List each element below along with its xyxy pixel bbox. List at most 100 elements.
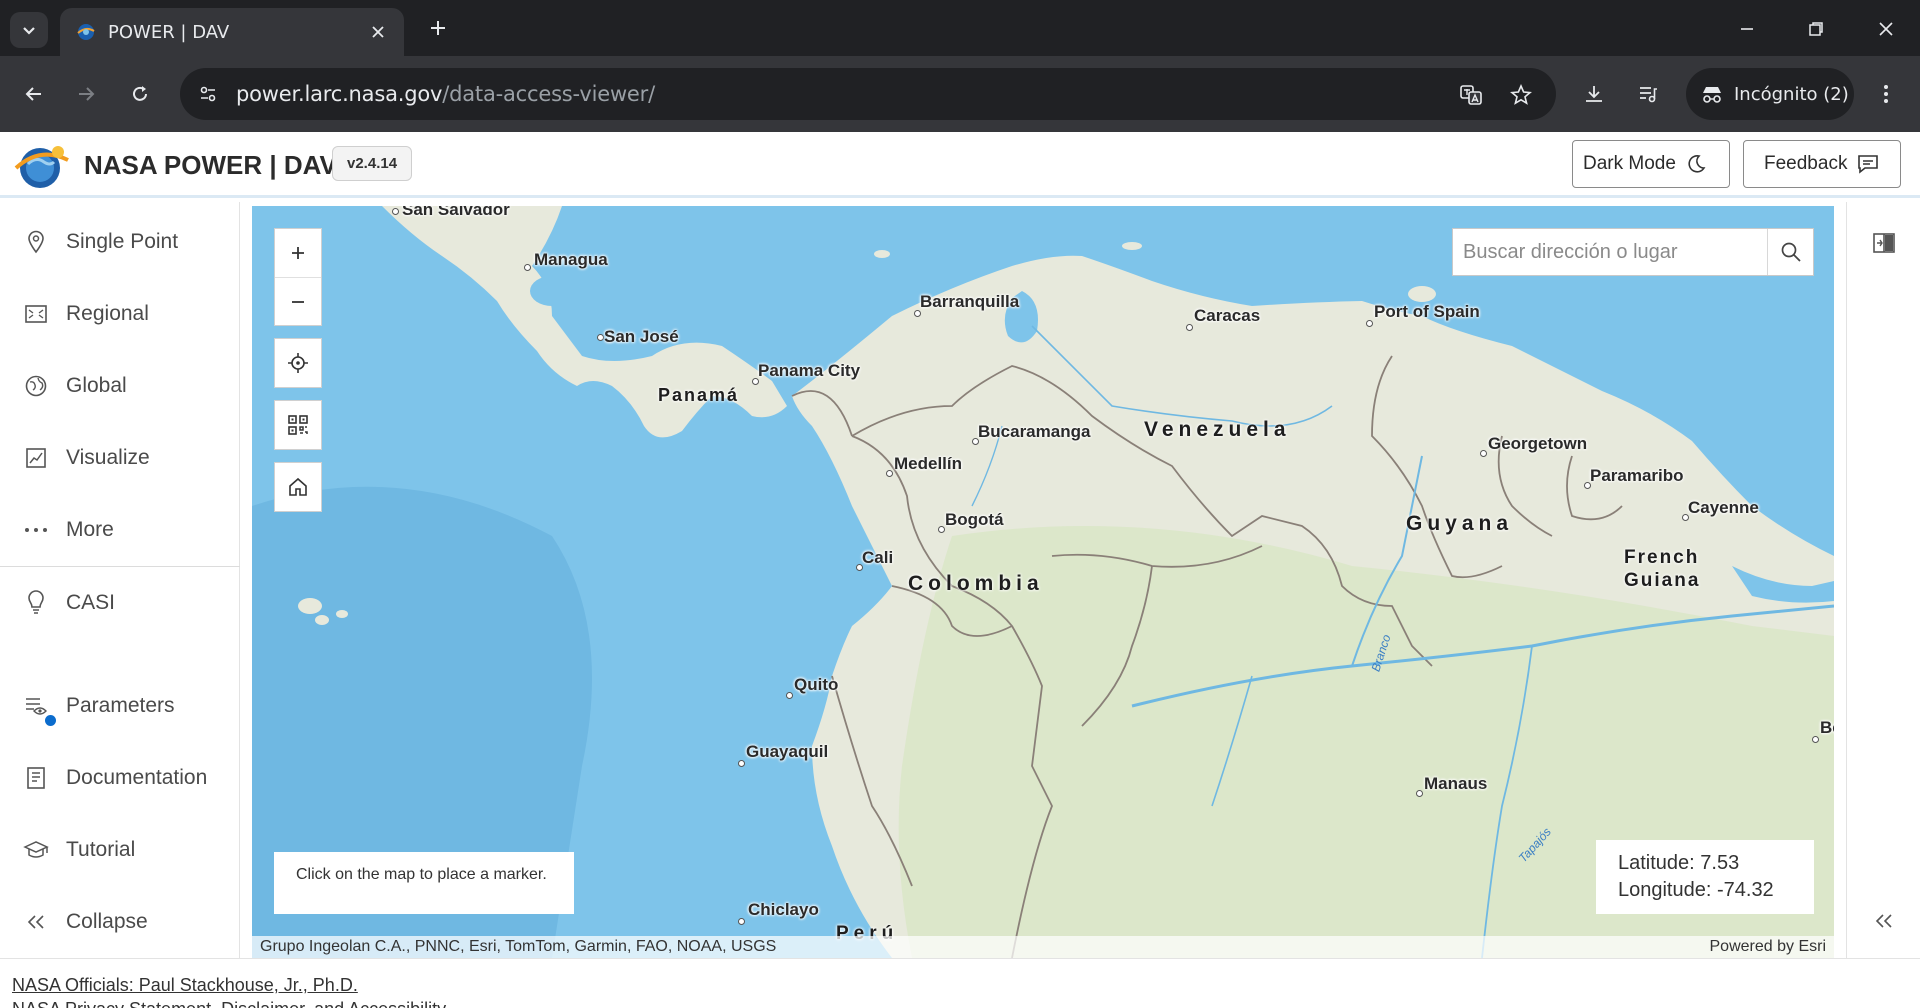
app-title: NASA POWER | DAV bbox=[84, 150, 337, 180]
city-marker bbox=[1366, 320, 1373, 327]
sidebar-item-tutorial[interactable]: Tutorial bbox=[0, 820, 240, 880]
sidebar-item-visualize[interactable]: Visualize bbox=[0, 428, 240, 488]
sidebar-item-label: Regional bbox=[66, 302, 149, 325]
minimize-icon bbox=[1741, 28, 1753, 30]
queue-music-icon bbox=[1640, 87, 1657, 103]
media-controls-button[interactable] bbox=[1630, 76, 1666, 112]
browser-menu-button[interactable] bbox=[1868, 76, 1904, 112]
search-input[interactable] bbox=[1453, 229, 1767, 275]
attribution-text[interactable]: Grupo Ingeolan C.A., PNNC, Esri, TomTom,… bbox=[260, 938, 776, 956]
new-tab-button[interactable] bbox=[424, 14, 452, 42]
expand-right-panel-button[interactable] bbox=[1869, 906, 1899, 936]
browser-tab-active[interactable]: POWER | DAV bbox=[60, 8, 404, 56]
lightbulb-icon bbox=[28, 590, 44, 614]
minimize-button[interactable] bbox=[1732, 14, 1762, 44]
place-label: San Salvador bbox=[402, 206, 510, 219]
latitude-readout: Latitude: 7.53 bbox=[1618, 852, 1740, 874]
locate-button[interactable] bbox=[275, 339, 321, 387]
restore-button[interactable] bbox=[1801, 14, 1831, 44]
country-label: Venezuela bbox=[1144, 418, 1291, 441]
nasa-officials-link[interactable]: NASA Officials: Paul Stackhouse, Jr., Ph… bbox=[12, 975, 358, 996]
place-label: Be bbox=[1820, 718, 1834, 737]
incognito-icon bbox=[1703, 87, 1721, 103]
close-window-button[interactable] bbox=[1871, 14, 1901, 44]
sidebar-item-single-point[interactable]: Single Point bbox=[0, 212, 240, 272]
sidebar-item-global[interactable]: Global bbox=[0, 356, 240, 416]
place-label: Panama City bbox=[758, 361, 861, 380]
tab-search-button[interactable] bbox=[10, 12, 48, 48]
url-path: /data-access-viewer/ bbox=[442, 82, 655, 106]
city-marker bbox=[738, 918, 745, 925]
privacy-link[interactable]: NASA Privacy Statement, Disclaimer, and … bbox=[12, 999, 446, 1008]
place-label: San José bbox=[604, 327, 679, 346]
reload-button[interactable] bbox=[122, 76, 158, 112]
qr-code-icon bbox=[288, 415, 308, 435]
feedback-label: Feedback bbox=[1764, 153, 1848, 174]
zoom-out-button[interactable] bbox=[275, 277, 321, 325]
download-icon bbox=[1586, 86, 1602, 102]
qr-control bbox=[274, 400, 322, 450]
close-icon bbox=[372, 26, 384, 38]
chevron-down-icon bbox=[23, 27, 35, 35]
city-marker bbox=[1186, 324, 1193, 331]
sidebar-item-parameters[interactable]: Parameters bbox=[0, 676, 240, 736]
sidebar-collapse-button[interactable]: Collapse bbox=[0, 892, 240, 952]
sidebar-item-regional[interactable]: Regional bbox=[0, 284, 240, 344]
tab-close-button[interactable] bbox=[366, 20, 390, 44]
toggle-panel-button[interactable] bbox=[1869, 228, 1899, 258]
arrow-right-icon bbox=[79, 87, 95, 101]
comment-icon bbox=[1858, 155, 1879, 174]
right-rail bbox=[1846, 202, 1920, 958]
place-label: Paramaribo bbox=[1590, 466, 1684, 485]
url-text: power.larc.nasa.gov/data-access-viewer/ bbox=[236, 82, 655, 106]
sidebar-item-casi[interactable]: CASI bbox=[0, 573, 240, 633]
tab-title: POWER | DAV bbox=[108, 22, 230, 43]
incognito-label: Incógnito (2) bbox=[1734, 83, 1849, 105]
place-label: Chiclayo bbox=[748, 900, 819, 919]
country-label: Colombia bbox=[908, 572, 1044, 595]
coordinates-panel: Latitude: 7.53 Longitude: -74.32 bbox=[1596, 840, 1814, 914]
globe-icon bbox=[25, 375, 47, 397]
dark-mode-button[interactable]: Dark Mode bbox=[1572, 140, 1730, 188]
city-marker bbox=[886, 470, 893, 477]
powered-by-esri[interactable]: Powered by Esri bbox=[1710, 938, 1827, 956]
search-icon bbox=[1781, 242, 1801, 262]
sidebar-item-label: More bbox=[66, 518, 114, 541]
translate-button[interactable] bbox=[1456, 80, 1486, 110]
map-pin-icon bbox=[28, 230, 44, 254]
sidebar-item-label: Parameters bbox=[66, 694, 175, 717]
home-icon bbox=[289, 477, 307, 496]
map-view[interactable]: San Salvador Managua San José Panama Cit… bbox=[252, 206, 1834, 958]
sidebar-item-documentation[interactable]: Documentation bbox=[0, 748, 240, 808]
double-chevron-left-icon bbox=[27, 915, 44, 929]
bookmark-button[interactable] bbox=[1506, 80, 1536, 110]
site-info-button[interactable] bbox=[192, 78, 224, 110]
sidebar-item-more[interactable]: More bbox=[0, 500, 240, 560]
zoom-in-button[interactable] bbox=[275, 229, 321, 277]
home-button[interactable] bbox=[275, 463, 321, 511]
forward-button[interactable] bbox=[68, 76, 104, 112]
city-marker bbox=[1812, 736, 1819, 743]
country-label: Guyana bbox=[1406, 512, 1514, 535]
country-label: French Guiana bbox=[1624, 547, 1701, 591]
double-chevron-left-icon bbox=[1875, 914, 1892, 928]
feedback-button[interactable]: Feedback bbox=[1743, 140, 1901, 188]
back-button[interactable] bbox=[16, 76, 52, 112]
sidebar-item-label: Global bbox=[66, 374, 127, 397]
close-icon bbox=[1879, 22, 1893, 36]
downloads-button[interactable] bbox=[1576, 76, 1612, 112]
incognito-badge[interactable]: Incógnito (2) bbox=[1686, 68, 1854, 120]
parameters-icon bbox=[26, 698, 47, 715]
zoom-controls bbox=[274, 228, 322, 326]
search-button[interactable] bbox=[1767, 229, 1813, 275]
address-bar[interactable]: power.larc.nasa.gov/data-access-viewer/ bbox=[180, 68, 1556, 120]
place-label: Bucaramanga bbox=[978, 422, 1091, 441]
sidebar-item-label: Documentation bbox=[66, 766, 208, 789]
plus-icon bbox=[431, 21, 445, 35]
qr-code-button[interactable] bbox=[275, 401, 321, 449]
page-footer: NASA Officials: Paul Stackhouse, Jr., Ph… bbox=[0, 958, 1920, 1008]
star-icon bbox=[1510, 84, 1532, 105]
browser-tab-strip: POWER | DAV bbox=[0, 0, 1920, 56]
map-hint: Click on the map to place a marker. bbox=[274, 852, 574, 914]
nasa-power-logo bbox=[14, 146, 69, 188]
